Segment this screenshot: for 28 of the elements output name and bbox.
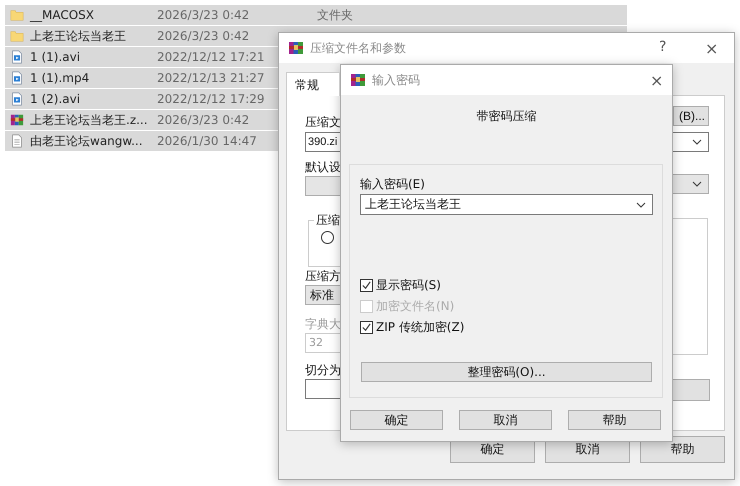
checkbox-label: 显示密码(S) <box>376 276 441 294</box>
field-label: 输入密码(E) <box>360 176 425 193</box>
dialog-heading: 带密码压缩 <box>476 108 538 125</box>
file-date: 2026/3/23 0:42 <box>157 113 250 127</box>
file-name: 1 (1).mp4 <box>30 71 90 85</box>
file-date: 2026/1/30 14:47 <box>157 134 257 148</box>
file-date: 2022/12/12 17:21 <box>157 50 265 64</box>
file-date: 2026/3/23 0:42 <box>157 29 250 43</box>
checkbox-label: ZIP 传统加密(Z) <box>376 318 464 336</box>
file-name: __MACOSX <box>30 8 94 22</box>
field-label: 切分为 <box>305 362 341 379</box>
field-label: 字典大 <box>305 316 341 333</box>
file-name: 1 (1).avi <box>30 50 80 64</box>
file-name: 上老王论坛当老王 <box>30 28 126 44</box>
field-label: 压缩文 <box>305 114 341 131</box>
file-name: 1 (2).avi <box>30 92 80 106</box>
file-type: 文件夹 <box>317 6 353 24</box>
file-date: 2026/3/23 0:42 <box>157 8 250 22</box>
window-title: 输入密码 <box>372 72 420 88</box>
field-label: 默认设 <box>305 159 341 176</box>
file-date: 2022/12/13 21:27 <box>157 71 265 85</box>
file-date: 2022/12/12 17:29 <box>157 92 265 106</box>
file-name: 上老王论坛当老王.z... <box>30 112 148 128</box>
window-title: 压缩文件名和参数 <box>310 40 406 56</box>
password-value: 上老王论坛当老王 <box>365 196 461 213</box>
field-label: 压缩方 <box>305 268 341 285</box>
checkbox-label: 加密文件名(N) <box>376 298 454 314</box>
file-name: 由老王论坛wangw... <box>30 132 143 150</box>
